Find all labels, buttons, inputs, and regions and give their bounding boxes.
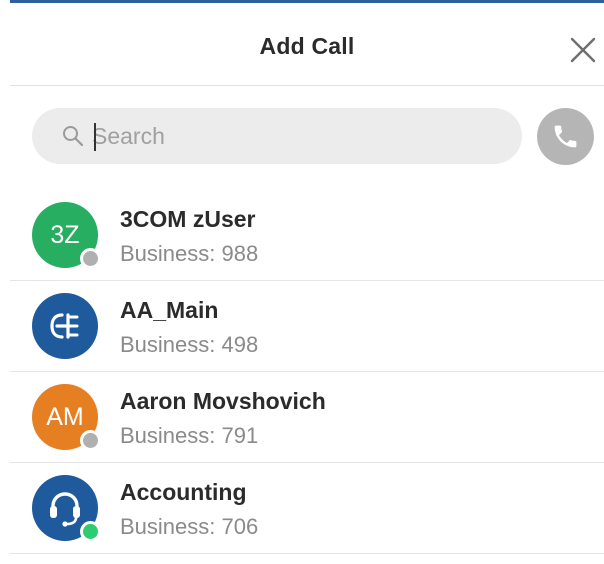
auto-attendant-icon xyxy=(50,313,79,339)
contact-business-number: Business: 706 xyxy=(120,514,259,539)
search-box[interactable] xyxy=(32,108,522,164)
avatar-initials: AM xyxy=(46,403,84,431)
contact-name: 3COM zUser xyxy=(120,206,256,232)
presence-offline-indicator xyxy=(80,430,101,451)
contact-business-number: Business: 498 xyxy=(120,332,259,357)
dialog-title: Add Call xyxy=(259,33,355,59)
avatar-initials: 3Z xyxy=(50,221,80,249)
contact-business-number: Business: 988 xyxy=(120,241,259,266)
search-input[interactable] xyxy=(92,108,502,164)
close-button[interactable] xyxy=(568,35,598,65)
text-caret xyxy=(94,123,96,151)
contact-row[interactable]: AM Aaron Movshovich Business: 791 xyxy=(10,372,604,463)
contact-name: Aaron Movshovich xyxy=(120,388,326,414)
search-icon xyxy=(63,126,84,147)
close-icon xyxy=(570,37,596,63)
contact-list: 3Z 3COM zUser Business: 988 AA_Main Busi… xyxy=(10,190,604,554)
contact-name: Accounting xyxy=(120,479,247,505)
contact-row[interactable]: 3Z 3COM zUser Business: 988 xyxy=(10,190,604,281)
contact-business-number: Business: 791 xyxy=(120,423,259,448)
contact-name: AA_Main xyxy=(120,297,219,323)
contact-row[interactable]: Accounting Business: 706 xyxy=(10,463,604,554)
presence-online-indicator xyxy=(80,521,101,542)
presence-offline-indicator xyxy=(80,248,101,269)
contact-row[interactable]: AA_Main Business: 498 xyxy=(10,281,604,372)
phone-icon xyxy=(554,125,577,148)
dialog-header: Add Call xyxy=(10,3,604,86)
call-button[interactable] xyxy=(537,108,594,165)
add-call-panel: Add Call 3Z 3C xyxy=(0,0,604,564)
search-row xyxy=(30,108,598,166)
avatar xyxy=(32,293,98,359)
